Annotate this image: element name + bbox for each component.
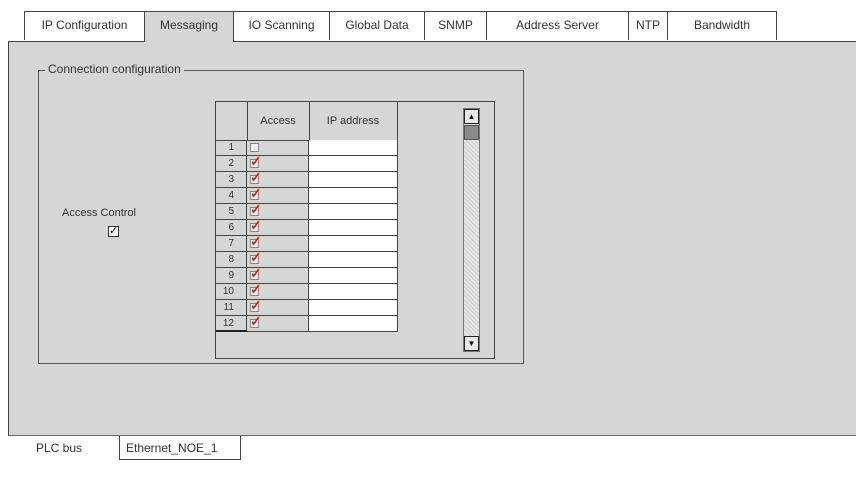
tab-ip-configuration[interactable]: IP Configuration [24,11,145,40]
table-row: 4 ✓ [216,185,398,204]
table-rows: 1 2 ✓ 3 ✓ 4 ✓ 5 ✓ 6 ✓ 7 ✓ 8 ✓ 9 ✓ 10 ✓ 11 ✓ 12 ✓ [216,140,398,332]
red-checkmark-icon: ✓ [250,281,262,297]
tab-ntp[interactable]: NTP [628,11,668,40]
ip-address-field[interactable] [309,156,398,172]
table-row: 11 ✓ [216,297,398,316]
table-row: 7 ✓ [216,233,398,252]
ip-address-field[interactable] [309,236,398,252]
bottom-tab-bar: PLC bus Ethernet_NOE_1 [24,436,241,462]
table-corner-header [216,102,248,141]
ip-address-field[interactable] [309,252,398,268]
tab-global-data[interactable]: Global Data [329,11,425,40]
scroll-down-arrow-icon[interactable]: ▼ [464,336,479,351]
table-row: 6 ✓ [216,217,398,236]
messaging-panel: Connection configuration Access Control … [8,41,856,436]
scroll-up-arrow-icon[interactable]: ▲ [464,109,479,124]
ip-address-field[interactable] [309,140,398,156]
ip-address-field[interactable] [309,188,398,204]
row-number: 7 [216,236,247,252]
red-checkmark-icon: ✓ [250,233,262,249]
red-checkmark-icon: ✓ [250,297,262,313]
row-number: 5 [216,204,247,220]
red-checkmark-icon: ✓ [250,169,262,185]
tab-bandwidth[interactable]: Bandwidth [667,11,777,40]
red-checkmark-icon: ✓ [250,249,262,265]
access-cell: ✓ [247,313,309,332]
tab-address-server[interactable]: Address Server [486,11,629,40]
red-checkmark-icon: ✓ [250,265,262,281]
red-checkmark-icon: ✓ [250,153,262,169]
tab-plc-bus[interactable]: PLC bus [24,436,120,460]
row-number: 1 [216,140,247,156]
ip-address-column-header: IP address [309,102,398,141]
table-row: 3 ✓ [216,169,398,188]
row-number: 8 [216,252,247,268]
access-checkbox[interactable] [250,143,259,152]
access-control-checkbox[interactable]: ✓ [108,226,119,237]
red-checkmark-icon: ✓ [250,313,262,329]
access-control-label: Access Control [62,207,136,219]
tab-ethernet-noe-1[interactable]: Ethernet_NOE_1 [119,436,241,460]
top-tab-bar: IP Configuration Messaging IO Scanning G… [24,11,777,42]
row-number: 3 [216,172,247,188]
group-title: Connection configuration [45,62,184,76]
access-column-header: Access [247,102,310,141]
access-table: Access IP address 1 2 ✓ 3 ✓ 4 ✓ 5 ✓ 6 ✓ 7 ✓ 8 ✓ 9 ✓ 10 ✓ 11… [215,101,495,359]
ip-address-field[interactable] [309,268,398,284]
row-number: 4 [216,188,247,204]
tab-snmp[interactable]: SNMP [424,11,487,40]
table-row: 2 ✓ [216,153,398,172]
row-number: 10 [216,284,247,300]
ip-address-field[interactable] [309,316,398,332]
checkmark-icon: ✓ [109,225,119,237]
scrollbar-thumb[interactable] [464,125,479,140]
red-checkmark-icon: ✓ [250,217,262,233]
ip-address-field[interactable] [309,172,398,188]
table-row: 1 [216,140,398,156]
table-row: 9 ✓ [216,265,398,284]
table-row: 12 ✓ [216,313,398,332]
red-checkmark-icon: ✓ [250,201,262,217]
ip-address-field[interactable] [309,204,398,220]
table-row: 8 ✓ [216,249,398,268]
row-number: 11 [216,300,247,316]
tab-io-scanning[interactable]: IO Scanning [233,11,330,40]
row-number: 12 [216,316,247,332]
row-number: 2 [216,156,247,172]
red-checkmark-icon: ✓ [250,185,262,201]
connection-configuration-group: Connection configuration Access Control … [38,62,524,364]
ip-address-field[interactable] [309,300,398,316]
ip-address-field[interactable] [309,220,398,236]
vertical-scrollbar[interactable]: ▲ ▼ [463,108,480,352]
tab-messaging[interactable]: Messaging [144,11,234,42]
row-number: 6 [216,220,247,236]
table-row: 10 ✓ [216,281,398,300]
table-row: 5 ✓ [216,201,398,220]
row-number: 9 [216,268,247,284]
ip-address-field[interactable] [309,284,398,300]
